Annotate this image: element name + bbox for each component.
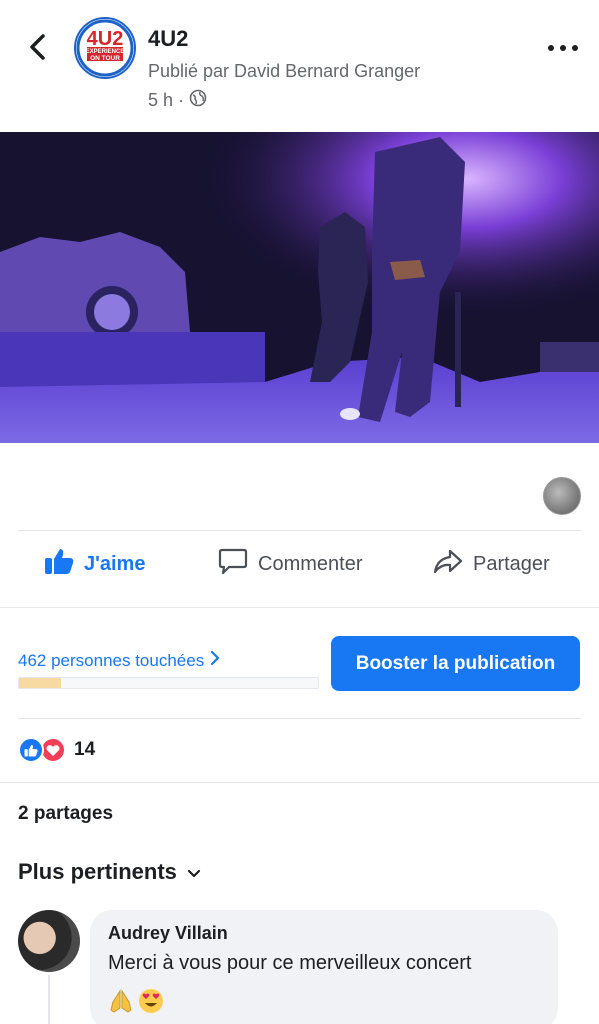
divider xyxy=(0,607,599,608)
page-name[interactable]: 4U2 xyxy=(148,26,188,52)
reach-text: 462 personnes touchées xyxy=(18,650,205,670)
viewer-avatar[interactable] xyxy=(543,477,581,515)
logo-line2-text: ON TOUR xyxy=(90,55,120,62)
divider xyxy=(18,718,581,719)
shares-count[interactable]: 2 partages xyxy=(18,803,113,825)
thread-line xyxy=(48,975,50,1024)
thumbs-up-icon xyxy=(44,547,74,581)
divider xyxy=(18,530,581,531)
globe-icon xyxy=(189,89,207,112)
chevron-down-icon xyxy=(187,859,201,885)
post-video[interactable] xyxy=(0,132,599,443)
comment-label: Commenter xyxy=(258,552,363,575)
comment-emoji xyxy=(108,988,164,1019)
share-icon xyxy=(433,547,463,581)
page-logo: 4U2 EXPERIENCE ON TOUR xyxy=(76,19,134,77)
reach-link[interactable]: 462 personnes touchées xyxy=(18,650,220,671)
post-time[interactable]: 5 h xyxy=(148,90,173,111)
comment-author[interactable]: Audrey Villain xyxy=(108,923,228,944)
comment-icon xyxy=(218,547,248,581)
comment-sort-dropdown[interactable]: Plus pertinents xyxy=(18,859,201,885)
comment-button[interactable]: Commenter xyxy=(218,540,362,588)
boost-button[interactable]: Booster la publication xyxy=(331,636,580,691)
back-icon[interactable] xyxy=(22,30,52,64)
reactions-summary[interactable]: 14 xyxy=(18,737,95,763)
reach-progress-bar xyxy=(18,677,319,689)
praying-hands-icon xyxy=(108,988,134,1019)
more-options-icon[interactable] xyxy=(548,38,578,58)
like-button[interactable]: J'aime xyxy=(44,540,145,588)
post-meta: 5 h · xyxy=(148,89,207,112)
reach-progress-fill xyxy=(19,678,61,688)
chevron-right-icon xyxy=(210,650,220,671)
logo-top-text: 4U2 xyxy=(87,28,124,50)
published-by: Publié par David Bernard Granger xyxy=(148,61,421,81)
comment-text: Merci à vous pour ce merveilleux concert xyxy=(108,952,472,974)
heart-eyes-icon xyxy=(138,988,164,1019)
reaction-count: 14 xyxy=(74,739,96,760)
share-button[interactable]: Partager xyxy=(433,540,550,588)
commenter-avatar[interactable] xyxy=(18,910,80,972)
meta-separator: · xyxy=(178,90,185,110)
like-label: J'aime xyxy=(84,552,146,575)
concert-stage-image xyxy=(0,132,599,443)
post-header: 4U2 EXPERIENCE ON TOUR 4U2 Publié par Da… xyxy=(0,0,599,132)
like-reaction-icon xyxy=(18,737,44,763)
divider xyxy=(0,782,599,783)
sort-label: Plus pertinents xyxy=(18,859,177,884)
share-label: Partager xyxy=(473,552,550,575)
page-avatar[interactable]: 4U2 EXPERIENCE ON TOUR xyxy=(74,17,136,79)
